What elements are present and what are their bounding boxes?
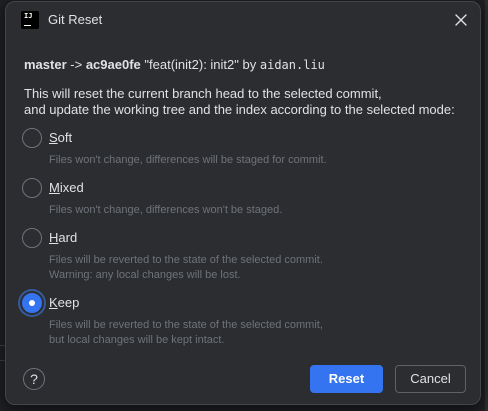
commit-message: "feat(init2): init2" [144, 57, 239, 72]
keep-hint-2: but local changes will be kept intact. [49, 334, 225, 346]
reset-arrow: -> [70, 57, 83, 72]
dialog-title: Git Reset [48, 12, 103, 27]
hard-warning: Warning: any local changes will be lost. [49, 269, 241, 281]
close-button[interactable] [451, 10, 471, 30]
commit-author: aidan.liu [259, 58, 325, 72]
soft-label[interactable]: Soft [49, 130, 72, 145]
commit-hash: ac9ae0fe [85, 57, 141, 72]
keep-radio[interactable] [22, 293, 42, 313]
soft-radio[interactable] [22, 128, 42, 148]
cancel-button[interactable]: Cancel [395, 365, 466, 393]
help-button[interactable]: ? [23, 368, 45, 390]
hard-radio[interactable] [22, 228, 42, 248]
soft-hint: Files won't change, differences will be … [49, 154, 327, 166]
commit-summary: master -> ac9ae0fe "feat(init2): init2" … [24, 57, 325, 72]
description-line: This will reset the current branch head … [24, 86, 382, 101]
by-label: by [242, 57, 257, 72]
reset-description: This will reset the current branch head … [24, 86, 455, 118]
hard-hint: Files will be reverted to the state of t… [49, 254, 323, 266]
mixed-hint: Files won't change, differences won't be… [49, 204, 283, 216]
intellij-icon [21, 11, 39, 29]
description-line: and update the working tree and the inde… [24, 102, 455, 117]
keep-hint: Files will be reverted to the state of t… [49, 319, 323, 331]
git-reset-dialog: Git Reset master -> ac9ae0fe "feat(init2… [5, 1, 481, 405]
close-icon [455, 14, 467, 26]
branch-name: master [24, 57, 67, 72]
keep-label[interactable]: Keep [49, 295, 79, 310]
mixed-label[interactable]: Mixed [49, 180, 84, 195]
reset-button[interactable]: Reset [310, 365, 383, 393]
mixed-radio[interactable] [22, 178, 42, 198]
hard-label[interactable]: Hard [49, 230, 77, 245]
dialog-titlebar: Git Reset [6, 2, 480, 38]
